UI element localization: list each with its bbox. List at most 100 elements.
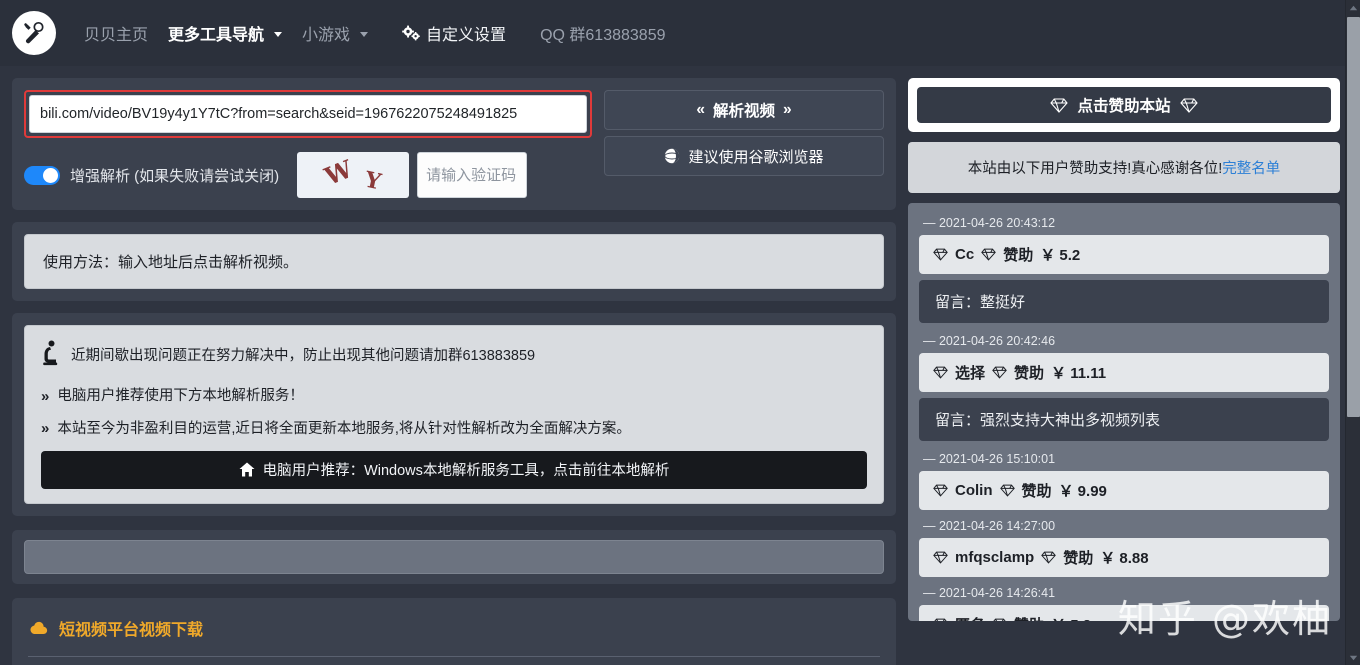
donor-name: mfqsclamp [955,549,1035,566]
sponsor-button-wrap: 点击赞助本站 [908,78,1340,132]
donation-action: 赞助 [1063,550,1094,567]
content-row: 增强解析 (如果失败请尝试关闭) W Y « [0,66,1360,665]
url-right-column: « 解析视频 » 建议使用谷歌浏览器 [604,90,884,176]
diamond-icon [1179,97,1198,113]
notice-text: 本站至今为非盈利目的运营,近日将全面更新本地服务,将从针对性解析改为全面解决方案… [57,420,631,437]
nav-item-label: QQ 群613883859 [540,27,666,44]
diamond-icon [1041,551,1057,564]
page-scrollbar[interactable] [1345,0,1360,665]
sponsor-site-button[interactable]: 点击赞助本站 [917,87,1331,123]
donation-amount: ￥ 5.2 [1051,614,1091,621]
donation-message: 留言：整挺好 [919,280,1329,323]
nav-item-more-tools[interactable]: 更多工具导航 [158,15,292,51]
full-list-link[interactable]: 完整名单 [1222,161,1280,177]
url-highlight-outline [24,90,592,138]
donor-name: 匿名 [955,614,985,621]
notice-line: 近期间歇出现问题正在努力解决中，防止出现其他问题请加群613883859 [41,340,867,374]
shortvideo-panel: 短视频平台视频下载 下载PC端工具箱 [12,597,896,665]
nav-item-label: 贝贝主页 [84,27,149,44]
video-url-input[interactable] [29,95,587,133]
gears-icon [402,25,420,41]
donation-action: 赞助 [1021,483,1052,500]
thanks-text: 本站由以下用户赞助支持!真心感谢各位! [967,161,1223,177]
double-chevron-icon: » [41,420,50,438]
donation-timestamp: — 2021-04-26 14:26:41 [923,586,1056,600]
donor-name: 选择 [955,365,986,382]
empty-strip-inner [12,530,896,584]
double-chevron-icon: » [41,387,50,405]
thanks-box: 本站由以下用户赞助支持!真心感谢各位!完整名单 [908,142,1340,193]
donation-amount: ￥ 11.11 [1051,365,1107,382]
scroll-down-arrow[interactable] [1346,650,1360,665]
notice-panel: 近期间歇出现问题正在努力解决中，防止出现其他问题请加群613883859 » 电… [12,313,896,516]
parser-panel-inner: 增强解析 (如果失败请尝试关闭) W Y « [12,78,896,210]
shortvideo-inner: 短视频平台视频下载 下载PC端工具箱 [12,598,896,665]
donation-list[interactable]: — 2021-04-26 20:43:12 Cc 赞助 ￥ 5.2 留言：整挺好… [908,203,1340,621]
diamond-icon [993,618,1006,621]
shortvideo-divider [28,655,880,657]
home-icon [239,462,255,477]
donation-action: 赞助 [1003,247,1034,264]
diamond-icon [992,366,1007,379]
recommend-chrome-button[interactable]: 建议使用谷歌浏览器 [604,136,884,176]
parser-panel: 增强解析 (如果失败请尝试关闭) W Y « [12,78,896,210]
donation-timestamp: — 2021-04-26 20:43:12 [923,216,1056,230]
site-logo[interactable] [12,11,56,55]
diamond-icon [933,366,948,379]
notice-panel-inner: 近期间歇出现问题正在努力解决中，防止出现其他问题请加群613883859 » 电… [12,313,896,516]
usage-text: 使用方法：输入地址后点击解析视频。 [24,234,884,289]
donation-timestamp: — 2021-04-26 20:42:46 [923,334,1056,348]
captcha-image[interactable]: W Y [297,152,410,198]
double-right-chevron-icon: » [783,101,792,118]
nav-item-label: 自定义设置 [426,27,507,44]
notice-text: 近期间歇出现问题正在努力解决中，防止出现其他问题请加群613883859 [71,348,536,364]
captcha-char-2: Y [362,166,384,196]
main-column: 增强解析 (如果失败请尝试关闭) W Y « [12,66,896,665]
diamond-icon [933,484,948,497]
donation-message: 留言：强烈支持大神出多视频列表 [919,398,1329,441]
globe-icon [664,148,681,164]
scrollbar-thumb[interactable] [1347,17,1360,417]
empty-strip [24,539,884,574]
parse-video-button[interactable]: « 解析视频 » [604,90,884,130]
page-root: 贝贝主页 更多工具导航 小游戏 自定义设置 QQ 群613883859 bili… [0,0,1360,665]
enhanced-parse-toggle[interactable] [24,165,60,185]
double-left-chevron-icon: « [696,101,705,118]
enhanced-parse-label: 增强解析 (如果失败请尝试关闭) [70,167,280,185]
donation-entry: Cc 赞助 ￥ 5.2 [919,235,1329,274]
donation-entry: 选择 赞助 ￥ 11.11 [919,353,1329,392]
captcha-input[interactable] [417,152,528,198]
donation-amount: ￥ 5.2 [1040,247,1081,264]
donor-name: Colin [955,482,993,499]
donation-timestamp: — 2021-04-26 15:10:01 [923,452,1056,466]
cloud-icon [30,621,48,634]
nav-item-qq-group[interactable]: QQ 群613883859 [530,15,675,51]
notice-text: 电脑用户推荐使用下方本地解析服务！ [57,388,304,405]
donation-amount: ￥ 8.88 [1100,550,1149,567]
top-navbar: 贝贝主页 更多工具导航 小游戏 自定义设置 QQ 群613883859 [0,0,1360,66]
donor-name: Cc [955,246,975,263]
diamond-icon [933,551,948,564]
donation-entry: 匿名 赞助 ￥ 5.2 [919,605,1329,621]
scroll-up-arrow[interactable] [1346,0,1360,15]
usage-panel: 使用方法：输入地址后点击解析视频。 [12,222,896,301]
notice-line: » 电脑用户推荐使用下方本地解析服务！ [41,386,867,409]
nav-item-custom-settings[interactable]: 自定义设置 [392,15,516,51]
diamond-icon [999,484,1015,497]
diamond-icon [933,248,948,261]
local-parser-cta-button[interactable]: 电脑用户推荐：Windows本地解析服务工具，点击前往本地解析 [41,450,867,489]
local-parser-cta-label: 电脑用户推荐：Windows本地解析服务工具，点击前往本地解析 [262,463,670,480]
shortvideo-title-label: 短视频平台视频下载 [59,621,204,639]
donation-amount: ￥ 9.99 [1058,483,1107,500]
donation-action: 赞助 [1014,614,1044,621]
praying-person-icon [41,340,61,374]
wrench-magnifier-logo-icon [17,16,51,50]
nav-item-minigames[interactable]: 小游戏 [292,15,378,51]
nav-item-home[interactable]: 贝贝主页 [74,15,158,51]
notice-line: » 本站至今为非盈利目的运营,近日将全面更新本地服务,将从针对性解析改为全面解决… [41,418,867,441]
shortvideo-title: 短视频平台视频下载 [28,612,880,640]
nav-item-label: 小游戏 [302,27,351,44]
diamond-icon [1050,97,1069,113]
parse-video-label: 解析视频 [712,103,775,120]
url-left-column: 增强解析 (如果失败请尝试关闭) W Y [24,90,592,198]
